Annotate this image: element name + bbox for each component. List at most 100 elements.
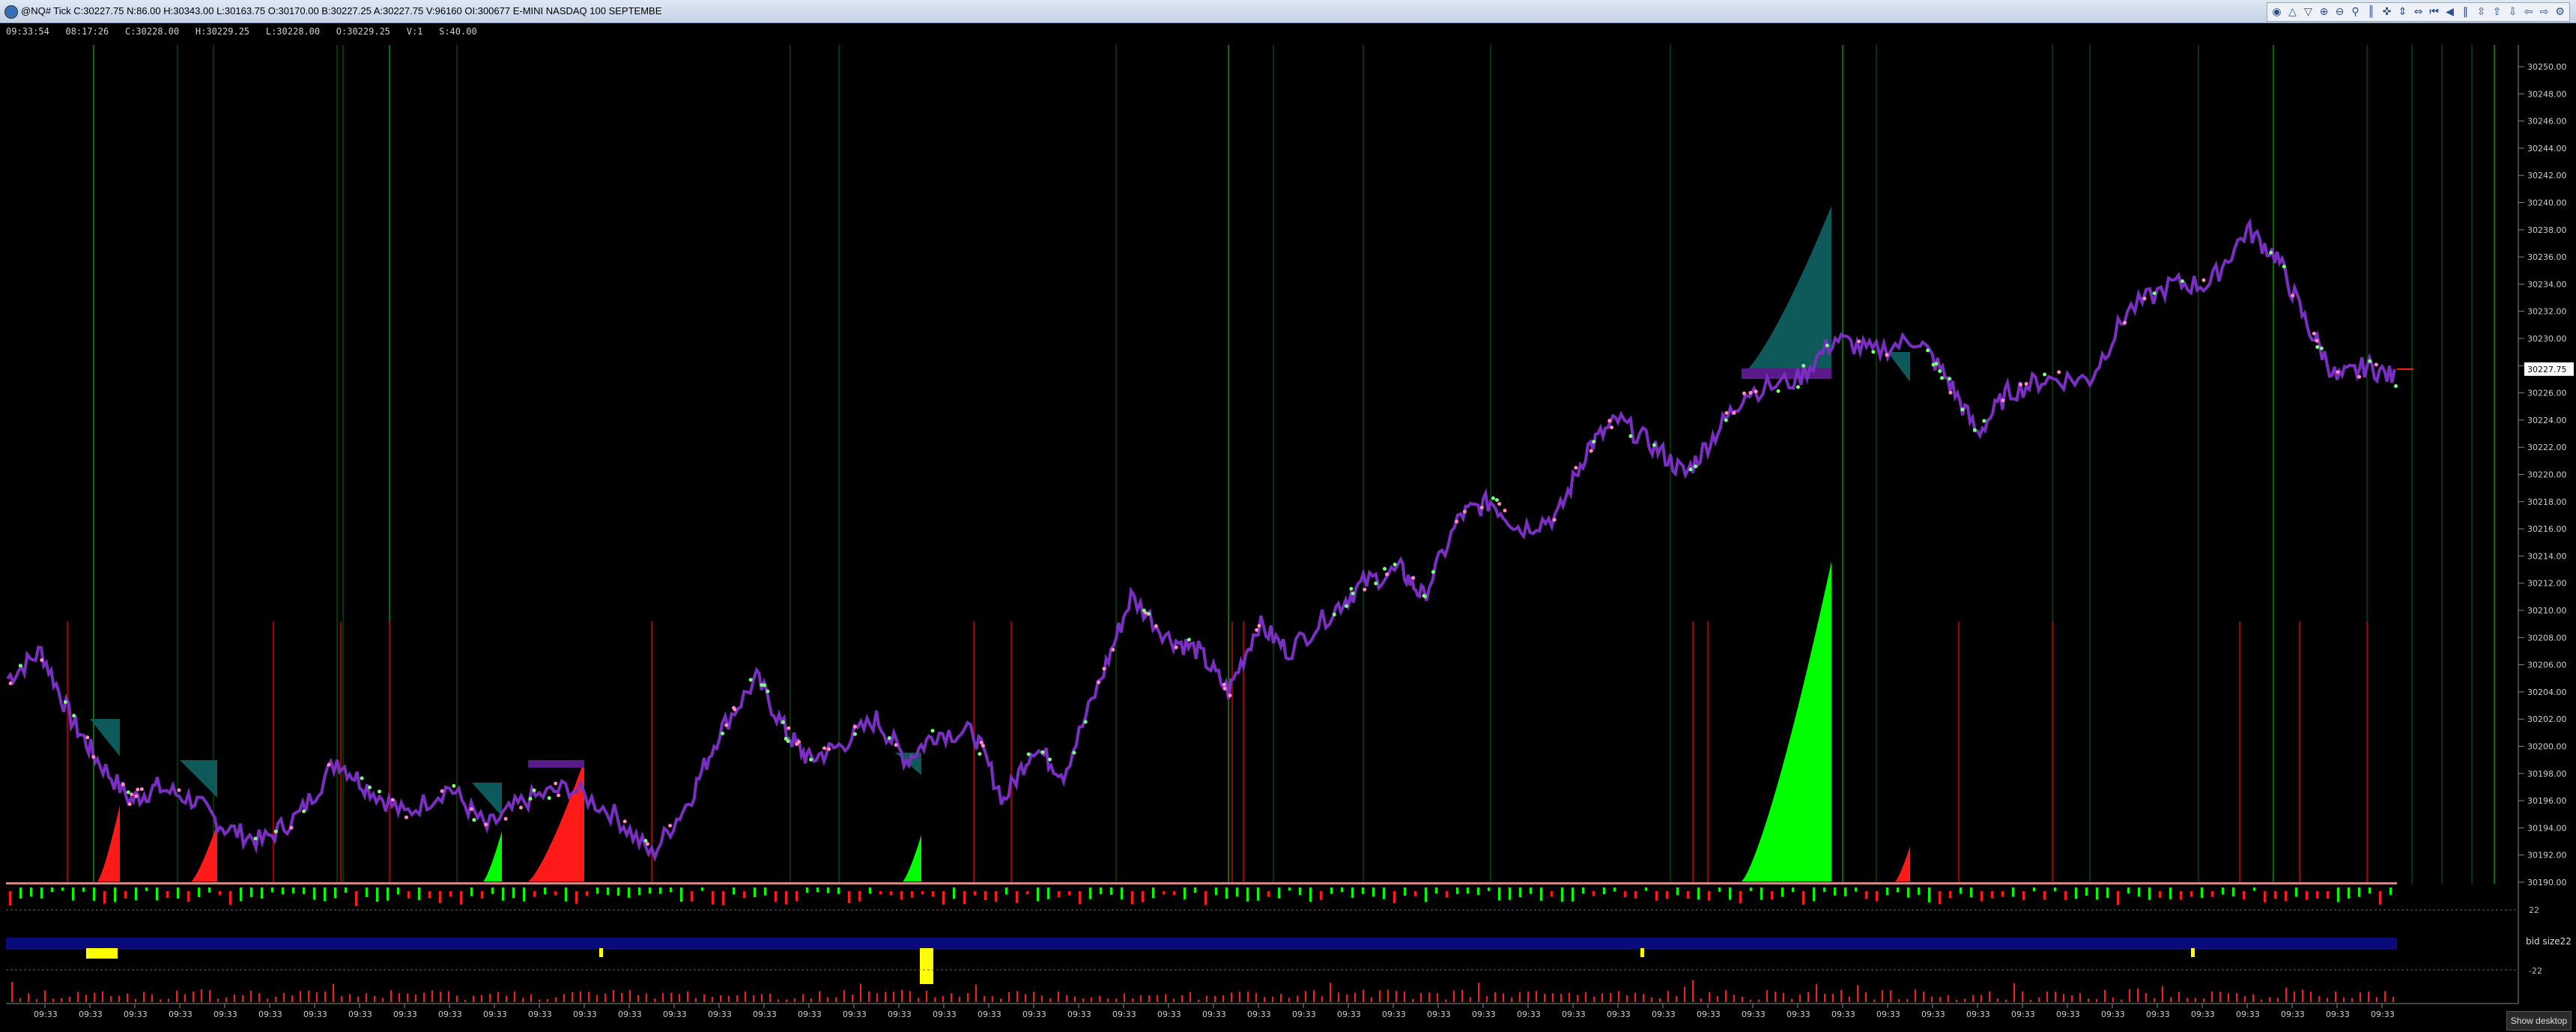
volume-bar	[407, 891, 410, 899]
delta-bar	[522, 998, 524, 1002]
trade-dot	[2001, 398, 2005, 403]
delta-bar	[1206, 995, 1207, 1002]
volume-bar	[1813, 887, 1815, 902]
color-wheel-icon[interactable]: ◉	[2270, 5, 2284, 19]
volume-bar	[680, 887, 682, 902]
delta-bar	[736, 995, 738, 1002]
zoom-in-icon[interactable]: ⊕	[2317, 5, 2331, 19]
delta-bar	[530, 994, 532, 1002]
window-title: @NQ# Tick C:30227.75 N:86.00 H:30343.00 …	[21, 5, 662, 16]
show-desktop-button[interactable]: Show desktop	[2506, 1011, 2572, 1031]
trade-dot	[368, 785, 372, 789]
volume-bar	[1236, 887, 1238, 897]
volume-bar	[345, 887, 347, 893]
volume-bar	[575, 891, 578, 904]
scale-icon[interactable]: ⇕	[2395, 5, 2410, 19]
delta-bar	[258, 993, 260, 1002]
volume-bar	[208, 887, 210, 893]
subpanel-upper-value: 22	[2529, 905, 2539, 915]
volume-bar	[743, 891, 745, 899]
volume-bar	[2085, 887, 2088, 896]
delta-bar	[2178, 992, 2180, 1002]
delta-bar	[1923, 992, 1924, 1002]
trade-dot	[1926, 348, 1930, 353]
trade-dot	[1332, 613, 1336, 616]
trade-dot	[1732, 410, 1736, 415]
delta-bar	[1016, 991, 1018, 1002]
volume-bar	[2201, 887, 2203, 898]
volume-bar	[1708, 891, 1710, 901]
delta-bar	[1214, 995, 1216, 1002]
price-axis[interactable]: 30250.00 30248.00 30246.00 30244.00 30242.00…	[2518, 45, 2574, 1004]
tick-chart[interactable]: 30250.00 30248.00 30246.00 30244.00 30242.00…	[0, 22, 2576, 1032]
delta-bar	[2285, 987, 2287, 1002]
panel-separator	[6, 882, 2397, 884]
volume-bar	[303, 887, 305, 894]
trade-dot	[1383, 567, 1387, 571]
trade-dot	[978, 752, 982, 756]
delta-bar	[1503, 993, 1504, 1002]
bars-icon[interactable]: ║	[2364, 5, 2378, 19]
delta-bar	[2392, 996, 2394, 1002]
delta-bar	[835, 997, 837, 1002]
arrow-up-icon[interactable]: ⇧	[2490, 5, 2504, 19]
draw-tool-icon[interactable]: ▽	[2301, 5, 2315, 19]
arrow-left-icon[interactable]: ⇦	[2521, 5, 2536, 19]
arrow-right-icon[interactable]: ⇨	[2537, 5, 2551, 19]
volume-bar	[2274, 891, 2276, 899]
settings-icon[interactable]: ⚙	[2553, 5, 2567, 19]
delta-bar	[1478, 983, 1479, 1002]
delta-bar	[1420, 992, 1422, 1002]
time-tick-label: 09:33	[753, 1010, 777, 1019]
volume-bar	[1613, 887, 1616, 892]
delta-bar	[1000, 998, 1001, 1002]
volume-bar	[2337, 887, 2339, 902]
triangle-icon[interactable]: △	[2285, 5, 2300, 19]
time-tick-label: 09:33	[843, 1010, 867, 1019]
volume-bar	[617, 887, 619, 896]
time-tick-label: 09:33	[618, 1010, 642, 1019]
zoom-out-icon[interactable]: ⊖	[2333, 5, 2347, 19]
volume-bar	[1383, 887, 1385, 899]
delta-bar	[1255, 993, 1257, 1002]
volume-bar	[376, 887, 378, 902]
price-tick-label: 30240.00	[2527, 198, 2567, 208]
volume-bar	[103, 891, 106, 904]
trade-dot	[786, 739, 790, 744]
trade-dot	[127, 802, 132, 807]
chart-type-icon[interactable]: ⚲	[2348, 5, 2363, 19]
delta-bar	[1601, 993, 1603, 1002]
delta-bar	[2145, 993, 2147, 1002]
delta-bar	[629, 990, 631, 1002]
delta-bar	[1634, 992, 1636, 1002]
delta-bar	[1659, 998, 1661, 1002]
delta-bar	[1264, 997, 1265, 1002]
delta-bar	[2088, 998, 2089, 1002]
price-tick-label: 30244.00	[2527, 144, 2567, 154]
delta-bar	[604, 993, 606, 1002]
delta-bar	[1544, 993, 1545, 1002]
delta-bar	[2244, 996, 2246, 1002]
volume-bar	[1278, 887, 1280, 899]
align-icon[interactable]: ⇔	[2411, 5, 2425, 19]
expand-icon[interactable]: ⇳	[2474, 5, 2488, 19]
delta-bar	[918, 998, 919, 1002]
volume-bar	[2379, 891, 2381, 905]
arrow-down-icon[interactable]: ⇩	[2506, 5, 2520, 19]
play-back-icon[interactable]: ◀	[2443, 5, 2457, 19]
delta-bar	[333, 983, 334, 1002]
time-tick-label: 09:33	[2191, 1010, 2215, 1019]
volume-bar	[733, 887, 735, 895]
trade-dot	[1026, 752, 1031, 756]
time-axis[interactable]: 09:33 09:33 09:33 09:33 09:33 09:33 09:33 09:33…	[6, 1003, 2518, 1019]
delta-bar	[2376, 997, 2378, 1002]
pause-icon[interactable]: ‖	[2458, 5, 2473, 19]
delta-bar	[2269, 997, 2270, 1002]
delta-bar	[1033, 992, 1034, 1002]
crosshair-icon[interactable]: ✜	[2380, 5, 2394, 19]
window-titlebar[interactable]: @NQ# Tick C:30227.75 N:86.00 H:30343.00 …	[0, 0, 2576, 23]
trade-dot	[1349, 586, 1354, 591]
delta-bar	[588, 992, 590, 1002]
delta-bar	[1750, 999, 1751, 1002]
rewind-icon[interactable]: ⏮	[2427, 5, 2441, 19]
